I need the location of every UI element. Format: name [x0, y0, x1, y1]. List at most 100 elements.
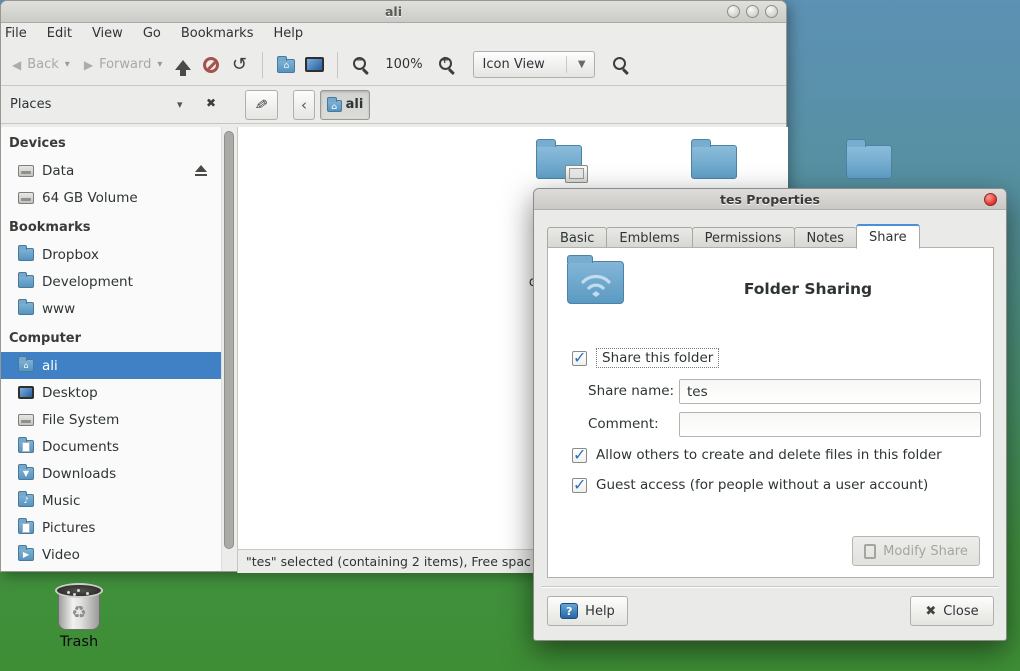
folder-icon	[536, 145, 582, 179]
folder-music-icon: ♪	[18, 494, 34, 507]
back-dropdown-icon[interactable]: ▾	[65, 59, 70, 70]
menu-file[interactable]: File	[0, 23, 37, 44]
reload-button[interactable]: ↺	[225, 51, 253, 79]
places-sidebar: Devices Data 64 GB Volume Bookmarks Drop…	[1, 127, 221, 571]
sidebar-item-64gb-volume[interactable]: 64 GB Volume	[1, 184, 221, 211]
sidebar-item-downloads[interactable]: ▼ Downloads	[1, 460, 221, 487]
sidebar-item-documents[interactable]: Documents	[1, 433, 221, 460]
view-mode-select[interactable]: Icon View ▼	[473, 51, 595, 78]
sidebar-item-development[interactable]: Development	[1, 268, 221, 295]
dialog-titlebar[interactable]: tes Properties	[534, 189, 1006, 210]
monitor-icon	[305, 57, 324, 72]
tab-permissions[interactable]: Permissions	[692, 227, 795, 249]
sidebar-header-bookmarks: Bookmarks	[1, 211, 221, 241]
desktop: { "filemanager": { "title": "ali", "menu…	[0, 0, 1020, 671]
sidebar-item-music[interactable]: ♪ Music	[1, 487, 221, 514]
help-label: Help	[585, 604, 615, 619]
close-icon: ✖	[925, 604, 936, 619]
dialog-close-button[interactable]	[984, 193, 997, 206]
sidebar-item-ali[interactable]: ⌂ ali	[1, 352, 221, 379]
allow-others-checkbox[interactable]	[572, 448, 587, 463]
trash-label: Trash	[40, 634, 118, 650]
statusbar-text: "tes" selected (containing 2 items), Fre…	[246, 554, 531, 569]
sidebar-item-dropbox[interactable]: Dropbox	[1, 241, 221, 268]
search-button[interactable]	[607, 51, 635, 79]
menu-go[interactable]: Go	[133, 23, 171, 44]
menu-edit[interactable]: Edit	[37, 23, 82, 44]
forward-dropdown-icon[interactable]: ▾	[157, 59, 162, 70]
tab-share[interactable]: Share	[856, 224, 920, 249]
back-label: Back	[27, 57, 59, 72]
eject-icon[interactable]	[194, 165, 208, 176]
dialog-tabs: Basic Emblems Permissions Notes Share	[547, 224, 919, 249]
share-name-label: Share name:	[588, 379, 674, 404]
folder-pictures-icon	[18, 521, 34, 534]
allow-others-label: Allow others to create and delete files …	[596, 447, 942, 463]
shared-folder-icon	[567, 261, 624, 304]
folder-downloads-icon: ▼	[18, 467, 34, 480]
drive-icon	[18, 165, 34, 177]
folder-videos-icon: ▶	[18, 548, 34, 561]
side-pane-selector[interactable]: Places ▾ ✖	[1, 86, 235, 123]
sidebar-scrollbar[interactable]	[221, 127, 236, 571]
window-title: ali	[1, 1, 786, 23]
sidebar-item-desktop[interactable]: Desktop	[1, 379, 221, 406]
sidebar-item-file-system[interactable]: File System	[1, 406, 221, 433]
comment-label: Comment:	[588, 412, 659, 437]
guest-access-row: Guest access (for people without a user …	[572, 477, 928, 493]
pathbar: Places ▾ ✖ ✎ ‹ ⌂ ali	[1, 86, 786, 124]
forward-button[interactable]: ▶ Forward ▾	[77, 57, 170, 72]
home-icon: ⌂	[18, 359, 34, 372]
sidebar-item-pictures[interactable]: Pictures	[1, 514, 221, 541]
tab-basic[interactable]: Basic	[547, 227, 607, 249]
menu-view[interactable]: View	[82, 23, 133, 44]
window-titlebar[interactable]: ali	[1, 1, 786, 23]
sidebar-item-video[interactable]: ▶ Video	[1, 541, 221, 568]
close-button[interactable]: ✖ Close	[910, 596, 994, 626]
trash-desktop-icon[interactable]: ♻ Trash	[40, 583, 118, 650]
modify-share-button[interactable]: Modify Share	[852, 536, 980, 566]
toolbar: ◀ Back ▾ ▶ Forward ▾ ↺ ⌂ − 100% + Icon V…	[1, 44, 786, 86]
menu-help[interactable]: Help	[263, 23, 313, 44]
zoom-in-button[interactable]: +	[433, 51, 461, 79]
stop-icon	[203, 57, 219, 73]
desktop-button[interactable]	[300, 51, 328, 79]
edit-path-button[interactable]: ✎	[245, 90, 278, 120]
chevron-down-icon[interactable]: ▾	[177, 98, 183, 111]
back-arrow-icon: ◀	[12, 58, 21, 72]
guest-access-checkbox[interactable]	[572, 478, 587, 493]
dialog-separator	[541, 586, 999, 587]
view-mode-value: Icon View	[483, 57, 545, 72]
share-name-input[interactable]	[679, 379, 981, 404]
folder-icon	[18, 302, 34, 315]
toolbar-separator	[337, 52, 338, 78]
home-button[interactable]: ⌂	[272, 51, 300, 79]
share-this-folder-label[interactable]: Share this folder	[596, 348, 719, 368]
stop-button[interactable]	[197, 51, 225, 79]
tab-notes[interactable]: Notes	[794, 227, 858, 249]
back-button[interactable]: ◀ Back ▾	[5, 57, 77, 72]
help-button[interactable]: ? Help	[547, 596, 628, 626]
toolbar-separator	[262, 52, 263, 78]
share-this-folder-checkbox[interactable]	[572, 351, 587, 366]
chevron-down-icon: ▼	[578, 59, 586, 70]
comment-input[interactable]	[679, 412, 981, 437]
up-button[interactable]	[169, 51, 197, 79]
forward-label: Forward	[99, 57, 151, 72]
drive-emblem-icon	[565, 165, 588, 183]
drive-icon	[18, 192, 34, 204]
tab-emblems[interactable]: Emblems	[606, 227, 692, 249]
guest-access-label: Guest access (for people without a user …	[596, 477, 928, 493]
sidebar-scrollbar-thumb[interactable]	[224, 131, 234, 549]
zoom-out-button[interactable]: −	[347, 51, 375, 79]
menu-bookmarks[interactable]: Bookmarks	[171, 23, 264, 44]
window-button-minimize[interactable]	[727, 5, 740, 18]
window-button-maximize[interactable]	[746, 5, 759, 18]
path-scroll-left-button[interactable]: ‹	[293, 90, 315, 120]
close-side-pane-icon[interactable]: ✖	[206, 96, 216, 110]
sidebar-item-www[interactable]: www	[1, 295, 221, 322]
search-icon	[612, 56, 630, 74]
path-button-current[interactable]: ⌂ ali	[320, 90, 370, 120]
sidebar-item-data[interactable]: Data	[1, 157, 221, 184]
window-button-close[interactable]	[765, 5, 778, 18]
